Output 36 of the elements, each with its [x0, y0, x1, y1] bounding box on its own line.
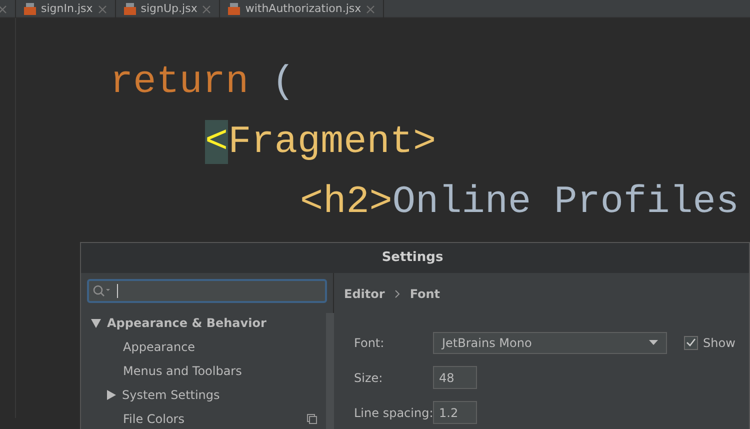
font-dropdown[interactable]: JetBrains Mono: [433, 332, 667, 354]
breadcrumb-separator-icon: [394, 290, 400, 298]
close-icon[interactable]: [366, 4, 376, 14]
dialog-title: Settings: [382, 249, 444, 268]
tree-item[interactable]: Appearance & Behavior: [107, 314, 266, 332]
editor-tab[interactable]: [0, 0, 16, 18]
code-line: return (: [110, 59, 295, 106]
field-label: Font:: [353, 334, 386, 352]
text-field[interactable]: 1.2: [433, 401, 477, 424]
file-icon: [24, 3, 36, 15]
caret-icon: [649, 340, 658, 345]
tree-item[interactable]: File Colors: [123, 410, 184, 428]
checkbox[interactable]: [684, 336, 698, 350]
close-icon[interactable]: [202, 4, 212, 14]
tree-item[interactable]: Appearance: [123, 338, 196, 356]
code-line: <Fragment>: [205, 119, 436, 166]
close-icon[interactable]: [0, 4, 7, 14]
editor-tab[interactable]: withAuthorization.jsx: [220, 0, 384, 18]
close-icon[interactable]: [98, 4, 107, 14]
field-label: Line spacing:: [353, 404, 433, 422]
code-line: <h2>Online Profiles: [300, 179, 739, 226]
tree-item[interactable]: System Settings: [122, 386, 220, 404]
editor-tab[interactable]: signUp.jsx: [116, 0, 220, 18]
checkbox-label: Show: [703, 334, 736, 352]
tree-item[interactable]: Menus and Toolbars: [123, 362, 242, 380]
breadcrumb-item[interactable]: Editor: [344, 285, 385, 303]
breadcrumb-item[interactable]: Font: [410, 285, 440, 303]
search-icon: [93, 285, 111, 297]
file-icon: [124, 3, 136, 15]
collapsed-arrow-icon[interactable]: [107, 390, 116, 400]
field-label: Size:: [353, 370, 384, 386]
expanded-arrow-icon[interactable]: [91, 318, 101, 328]
search-field[interactable]: [87, 279, 327, 303]
file-icon: [228, 3, 240, 15]
editor-tab[interactable]: signIn.jsx: [16, 0, 116, 18]
text-field[interactable]: 48: [433, 366, 477, 389]
